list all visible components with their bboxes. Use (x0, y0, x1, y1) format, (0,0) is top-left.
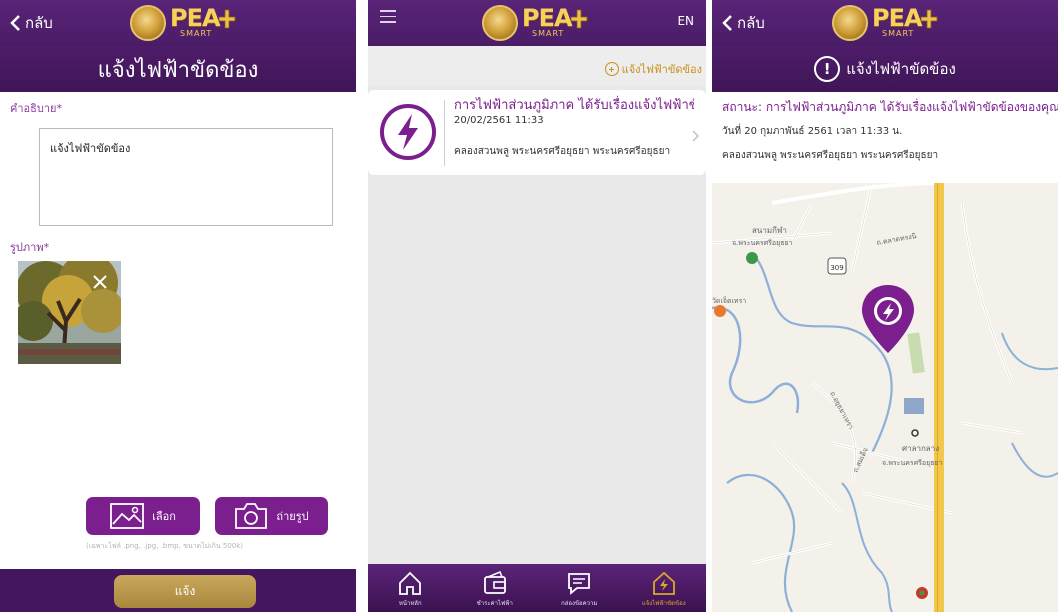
tab-home-label: หน้าหลัก (398, 600, 422, 607)
tab-home[interactable]: หน้าหลัก (368, 564, 453, 612)
logo-wordmark: PEA (522, 4, 573, 32)
report-card[interactable]: การไฟฟ้าส่วนภูมิภาค ได้รับเรื่องแจ้งไฟฟ้… (368, 90, 706, 175)
tab-inbox[interactable]: กล่องข้อความ (537, 564, 622, 612)
back-button[interactable]: กลับ (8, 11, 53, 35)
tab-payment-label: ชำระค่าไฟฟ้า (476, 600, 513, 607)
message-icon (568, 573, 591, 595)
main-highway (934, 183, 944, 612)
submit-button[interactable]: แจ้ง (114, 575, 256, 608)
map-label-city-hall-sub: จ.พระนครศรีอยุธยา (882, 459, 943, 467)
page-title: แจ้งไฟฟ้าขัดข้อง (846, 60, 956, 78)
description-field[interactable]: แจ้งไฟฟ้าขัดข้อง (39, 128, 333, 226)
back-label: กลับ (737, 14, 765, 32)
logo-plus-icon (218, 9, 236, 29)
pea-seal-icon (832, 5, 868, 41)
photo-thumbnail[interactable] (18, 261, 121, 364)
camera-icon (235, 503, 268, 529)
tab-outage[interactable]: แจ้งไฟฟ้าขัดข้อง (622, 564, 707, 612)
route-shield: 309 (830, 264, 843, 272)
file-hint: (เฉพาะไฟล์ .png, .jpg, .bmp, ขนาดไม่เกิน… (86, 542, 244, 550)
take-photo-button[interactable]: ถ่ายรูป (215, 497, 328, 535)
map-label-temple: วัดเจ็ดเทรา (712, 296, 746, 305)
pea-logo: PEA SMART (482, 4, 588, 42)
add-report-button[interactable]: แจ้งไฟฟ้าขัดข้อง (604, 60, 702, 78)
report-list-screen: PEA SMART EN แจ้งไฟฟ้าขัดข้อง การไฟฟ้าส่… (368, 0, 706, 612)
logo-subtext: SMART (882, 29, 915, 38)
description-label: คำอธิบาย* (10, 102, 62, 115)
map-label-stadium: สนามกีฬา (752, 226, 787, 235)
page-title-bar: แจ้งไฟฟ้าขัดข้อง (0, 46, 356, 92)
logo-subtext: SMART (532, 29, 565, 38)
bottom-tab-bar: หน้าหลัก ชำระค่าไฟฟ้า กล่องข้อความ แจ้งไ… (368, 564, 706, 612)
logo-subtext: SMART (180, 29, 213, 38)
map-label-city-hall: ศาลากลาง (902, 444, 939, 453)
report-date: วันที่ 20 กุมภาพันธ์ 2561 เวลา 11:33 น. (722, 126, 903, 137)
choose-photo-button[interactable]: เลือก (86, 497, 200, 535)
logo-wordmark: PEA (170, 4, 221, 32)
map-label-stadium-sub: จ.พระนครศรีอยุธยา (732, 239, 793, 247)
lightning-icon (380, 104, 436, 160)
app-header: กลับ PEA SMART (712, 0, 1058, 46)
back-label: กลับ (25, 14, 53, 32)
home-icon (399, 571, 422, 595)
card-location: คลองสวนพลู พระนครศรีอยุธยา พระนครศรีอยุธ… (454, 146, 671, 157)
wallet-icon (483, 570, 506, 594)
report-detail-screen: กลับ PEA SMART ! แจ้งไฟฟ้าขัดข้อง สถานะ:… (712, 0, 1058, 612)
menu-icon[interactable] (380, 10, 396, 24)
tab-payment[interactable]: ชำระค่าไฟฟ้า (453, 564, 538, 612)
tab-outage-label: แจ้งไฟฟ้าขัดข้อง (641, 600, 686, 607)
submit-label: แจ้ง (174, 584, 196, 598)
plus-circle-icon (604, 62, 619, 76)
card-datetime: 20/02/2561 11:33 (454, 115, 544, 126)
report-location: คลองสวนพลู พระนครศรีอยุธยา พระนครศรีอยุธ… (722, 150, 939, 161)
location-map[interactable]: 309 สนามกีฬา จ.พระนครศรีอยุธยา ถ.ตลาดทรง… (712, 183, 1058, 612)
outage-icon (652, 571, 675, 595)
app-header: PEA SMART EN (368, 0, 706, 46)
photo-label: รูปภาพ* (10, 241, 50, 254)
take-photo-label: ถ่ายรูป (276, 510, 309, 523)
language-toggle[interactable]: EN (677, 14, 694, 28)
app-header: กลับ PEA SMART (0, 0, 356, 46)
remove-photo-icon[interactable] (91, 273, 109, 291)
page-title-bar: ! แจ้งไฟฟ้าขัดข้อง (712, 46, 1058, 92)
pea-seal-icon (482, 5, 518, 41)
description-value: แจ้งไฟฟ้าขัดข้อง (50, 142, 131, 155)
logo-plus-icon (570, 9, 588, 29)
report-form-screen: กลับ PEA SMART แจ้งไฟฟ้าขัดข้อง คำอธิบาย… (0, 0, 356, 612)
card-divider (444, 100, 445, 166)
status-text: สถานะ: การไฟฟ้าส่วนภูมิภาค ได้รับเรื่องแ… (722, 100, 1058, 114)
gallery-icon (110, 503, 145, 529)
page-title: แจ้งไฟฟ้าขัดข้อง (97, 57, 259, 83)
fuel-icon (714, 305, 726, 317)
tab-inbox-label: กล่องข้อความ (561, 600, 598, 607)
alert-icon: ! (814, 56, 841, 82)
building-block (904, 398, 924, 414)
chevron-left-icon (722, 15, 732, 31)
logo-wordmark: PEA (872, 4, 923, 32)
add-report-label: แจ้งไฟฟ้าขัดข้อง (621, 63, 702, 76)
choose-photo-label: เลือก (152, 510, 176, 523)
logo-plus-icon (920, 9, 938, 29)
poi-icon (746, 252, 758, 264)
card-title: การไฟฟ้าส่วนภูมิภาค ได้รับเรื่องแจ้งไฟฟ้… (454, 98, 694, 113)
pea-seal-icon (130, 5, 166, 41)
back-button[interactable]: กลับ (720, 11, 765, 35)
chevron-right-icon (692, 130, 699, 142)
chevron-left-icon (10, 15, 20, 31)
pea-logo: PEA SMART (130, 4, 236, 42)
pea-logo: PEA SMART (832, 4, 938, 42)
